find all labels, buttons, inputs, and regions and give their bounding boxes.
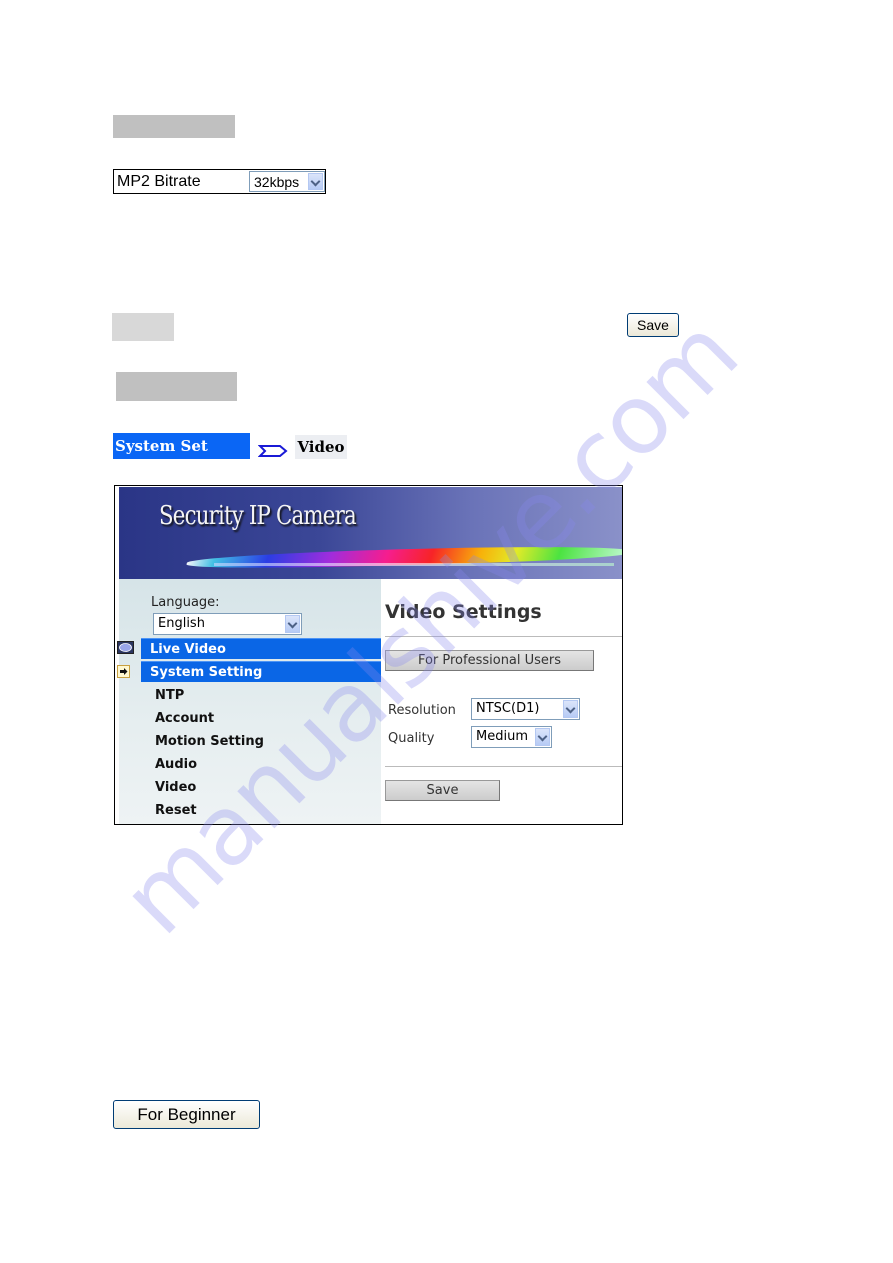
breadcrumb-system-set: System Set [113,433,250,459]
nav-system-setting[interactable]: System Setting [141,661,381,682]
mp2-bitrate-row: MP2 Bitrate 32kbps [113,169,326,194]
resolution-value: NTSC(D1) [476,701,540,716]
for-beginner-button[interactable]: For Beginner [113,1100,260,1129]
nav-motion-setting[interactable]: Motion Setting [155,734,264,749]
nav-live-video[interactable]: Live Video [141,638,381,659]
divider [385,766,622,767]
redacted-label [112,313,174,341]
mp2-bitrate-select[interactable]: 32kbps [249,171,325,192]
banner-title: Security IP Camera [159,501,357,531]
quality-label: Quality [388,731,435,746]
nav-video[interactable]: Video [155,780,196,795]
language-label: Language: [151,595,220,610]
nav-account[interactable]: Account [155,711,214,726]
chevron-down-icon[interactable] [563,700,578,718]
language-value: English [158,616,205,631]
resolution-select[interactable]: NTSC(D1) [471,698,580,720]
banner: Security IP Camera [119,487,622,579]
sidebar: Language: English Live Video System Sett… [117,579,381,824]
arrow-right-icon [258,445,288,457]
redacted-heading-1 [113,115,235,138]
quality-select[interactable]: Medium [471,726,552,748]
for-professional-users-button[interactable]: For Professional Users [385,650,594,671]
resolution-label: Resolution [388,703,456,718]
rainbow-swoosh [184,543,622,571]
camera-lens-icon [117,641,134,654]
chevron-down-icon[interactable] [535,728,550,746]
breadcrumb-video: Video [295,435,347,459]
nav-audio[interactable]: Audio [155,757,197,772]
arrow-right-icon [117,665,130,678]
redacted-heading-2 [116,372,237,401]
camera-ui-screenshot: Security IP Camera Language: English Liv… [114,485,623,825]
mp2-bitrate-value: 32kbps [254,174,300,190]
mp2-bitrate-label: MP2 Bitrate [117,173,201,190]
nav-reset[interactable]: Reset [155,803,197,818]
nav-ntp[interactable]: NTP [155,688,184,703]
page-title: Video Settings [385,601,542,623]
chevron-down-icon[interactable] [285,615,300,633]
divider [385,636,622,637]
quality-value: Medium [476,729,528,744]
language-select[interactable]: English [153,613,302,635]
video-settings-panel: Video Settings For Professional Users Re… [381,579,622,824]
chevron-down-icon[interactable] [308,173,323,190]
audio-save-button[interactable]: Save [627,313,679,337]
rainbow-swoosh-shadow [214,563,614,566]
video-save-button[interactable]: Save [385,780,500,801]
